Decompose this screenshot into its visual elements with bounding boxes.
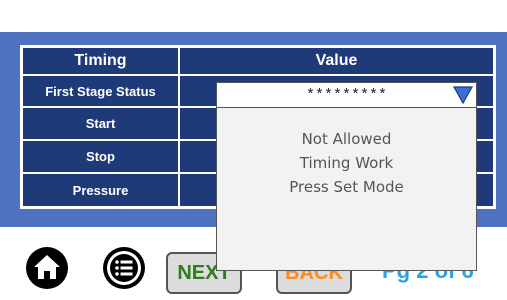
header-timing: Timing xyxy=(22,47,179,75)
first-stage-status-dropdown[interactable]: ********* Not Allowed Timing Work Press … xyxy=(216,82,477,271)
header-value: Value xyxy=(179,47,494,75)
row-label-stop: Stop xyxy=(22,140,179,173)
home-button[interactable] xyxy=(25,246,69,290)
dropdown-selected-value[interactable]: ********* xyxy=(217,83,476,108)
triangle-down-icon[interactable] xyxy=(453,86,473,104)
list-menu-icon xyxy=(103,247,145,289)
dropdown-message-line-1: Not Allowed xyxy=(301,130,392,148)
dropdown-message-line-2: Timing Work xyxy=(299,154,394,172)
menu-button[interactable] xyxy=(102,246,146,290)
top-strip xyxy=(0,0,507,32)
home-icon xyxy=(26,247,68,289)
row-label-pressure: Pressure xyxy=(22,173,179,207)
row-label-start: Start xyxy=(22,107,179,140)
row-label-first-stage-status: First Stage Status xyxy=(22,75,179,107)
dropdown-message-line-3: Press Set Mode xyxy=(289,178,404,196)
